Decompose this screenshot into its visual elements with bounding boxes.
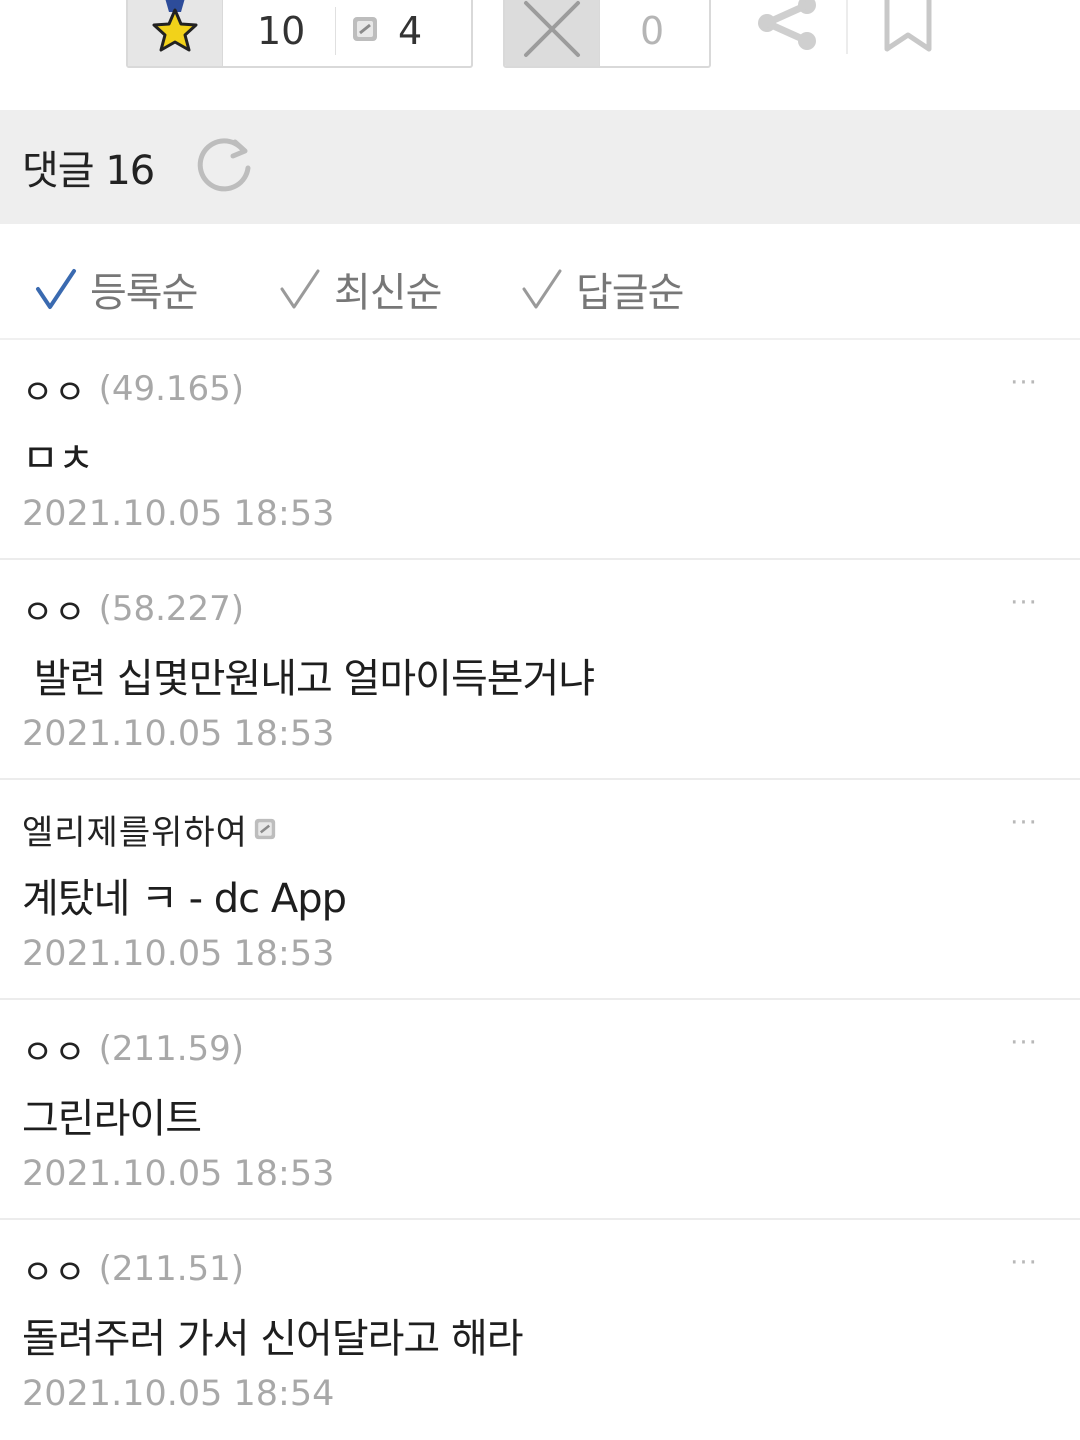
share-icon bbox=[755, 0, 819, 55]
comment-body: 그린라이트 bbox=[22, 1096, 202, 1142]
comment-body: 계탔네 ㅋ - dc App bbox=[22, 876, 347, 922]
bookmark-button[interactable] bbox=[876, 0, 940, 58]
more-icon: ··· bbox=[1010, 1028, 1038, 1058]
more-icon: ··· bbox=[1010, 368, 1038, 398]
sort-label: 등록순 bbox=[90, 270, 198, 316]
comment-ip: (49.165) bbox=[98, 369, 245, 409]
sort-label: 답글순 bbox=[576, 270, 684, 316]
fixed-user-icon bbox=[352, 16, 378, 46]
comment-date: 2021.10.05 18:53 bbox=[22, 494, 335, 534]
comment-body: 돌려주러 가서 신어달라고 해라 bbox=[22, 1316, 524, 1362]
comment-ip: (211.51) bbox=[98, 1249, 245, 1289]
more-icon: ··· bbox=[1010, 1248, 1038, 1278]
comment-item: ㅇㅇ (49.165) ··· ㅁㅊ 2021.10.05 18:53 bbox=[0, 340, 1080, 560]
comments-header: 댓글 16 bbox=[0, 110, 1080, 224]
comment-author[interactable]: ㅇㅇ bbox=[22, 1245, 87, 1294]
comment-date: 2021.10.05 18:54 bbox=[22, 1374, 335, 1414]
action-separator bbox=[846, 0, 848, 54]
comment-list: ㅇㅇ (49.165) ··· ㅁㅊ 2021.10.05 18:53 ㅇㅇ (… bbox=[0, 340, 1080, 1440]
downvote-button[interactable] bbox=[505, 0, 600, 66]
comment-body: 발련 십몇만원내고 얼마이득본거냐 bbox=[22, 656, 595, 702]
comment-author[interactable]: ㅇㅇ bbox=[22, 585, 87, 634]
comment-author-row: ㅇㅇ (211.51) bbox=[22, 1245, 245, 1294]
comment-item: ㅇㅇ (211.51) ··· 돌려주러 가서 신어달라고 해라 2021.10… bbox=[0, 1220, 1080, 1440]
comment-item: 엘리제를위하여 ··· 계탔네 ㅋ - dc App 2021.10.05 18… bbox=[0, 780, 1080, 1000]
fixed-user-icon bbox=[254, 818, 276, 840]
comment-author[interactable]: 엘리제를위하여 bbox=[22, 805, 248, 854]
check-icon bbox=[522, 269, 562, 309]
more-icon: ··· bbox=[1010, 808, 1038, 838]
post-action-bar: 10 4 0 bbox=[0, 0, 1080, 110]
star-icon bbox=[147, 0, 203, 64]
comment-body: ㅁㅊ bbox=[22, 436, 95, 482]
comment-author[interactable]: ㅇㅇ bbox=[22, 1025, 87, 1074]
refresh-icon bbox=[193, 134, 255, 200]
comment-author[interactable]: ㅇㅇ bbox=[22, 365, 87, 414]
check-icon bbox=[36, 269, 76, 309]
share-button[interactable] bbox=[752, 0, 822, 56]
sort-by-replies[interactable]: 답글순 bbox=[520, 260, 684, 318]
fixed-upvote-count: 4 bbox=[398, 9, 423, 53]
comment-date: 2021.10.05 18:53 bbox=[22, 1154, 335, 1194]
more-button[interactable]: ··· bbox=[1002, 808, 1046, 838]
comment-author-row: ㅇㅇ (58.227) bbox=[22, 585, 245, 634]
comment-ip: (58.227) bbox=[98, 589, 245, 629]
sort-label: 최신순 bbox=[334, 270, 442, 316]
comment-date: 2021.10.05 18:53 bbox=[22, 934, 335, 974]
comment-author-row: ㅇㅇ (211.59) bbox=[22, 1025, 245, 1074]
more-button[interactable]: ··· bbox=[1002, 588, 1046, 618]
upvote-count: 10 bbox=[257, 9, 306, 53]
downvote-box[interactable]: 0 bbox=[503, 0, 711, 68]
comment-author-row: ㅇㅇ (49.165) bbox=[22, 365, 245, 414]
check-icon bbox=[280, 269, 320, 309]
comment-item: ㅇㅇ (211.59) ··· 그린라이트 2021.10.05 18:53 bbox=[0, 1000, 1080, 1220]
bookmark-icon bbox=[883, 0, 933, 57]
upvote-box[interactable]: 10 4 bbox=[126, 0, 473, 68]
fixed-upvote: 4 bbox=[336, 9, 422, 53]
more-icon: ··· bbox=[1010, 588, 1038, 618]
sort-by-registered[interactable]: 등록순 bbox=[34, 260, 198, 318]
more-button[interactable]: ··· bbox=[1002, 1248, 1046, 1278]
comment-date: 2021.10.05 18:53 bbox=[22, 714, 335, 754]
more-button[interactable]: ··· bbox=[1002, 1028, 1046, 1058]
comment-sort-bar: 등록순 최신순 답글순 bbox=[0, 224, 1080, 340]
sort-by-latest[interactable]: 최신순 bbox=[278, 260, 442, 318]
comment-ip: (211.59) bbox=[98, 1029, 245, 1069]
downvote-count: 0 bbox=[640, 9, 665, 53]
comment-author-row: 엘리제를위하여 bbox=[22, 805, 276, 854]
refresh-button[interactable] bbox=[192, 135, 256, 199]
comments-count-label: 댓글 16 bbox=[22, 148, 155, 194]
comment-item: ㅇㅇ (58.227) ··· 발련 십몇만원내고 얼마이득본거냐 2021.1… bbox=[0, 560, 1080, 780]
more-button[interactable]: ··· bbox=[1002, 368, 1046, 398]
x-icon bbox=[522, 0, 582, 63]
upvote-button[interactable] bbox=[128, 0, 223, 66]
